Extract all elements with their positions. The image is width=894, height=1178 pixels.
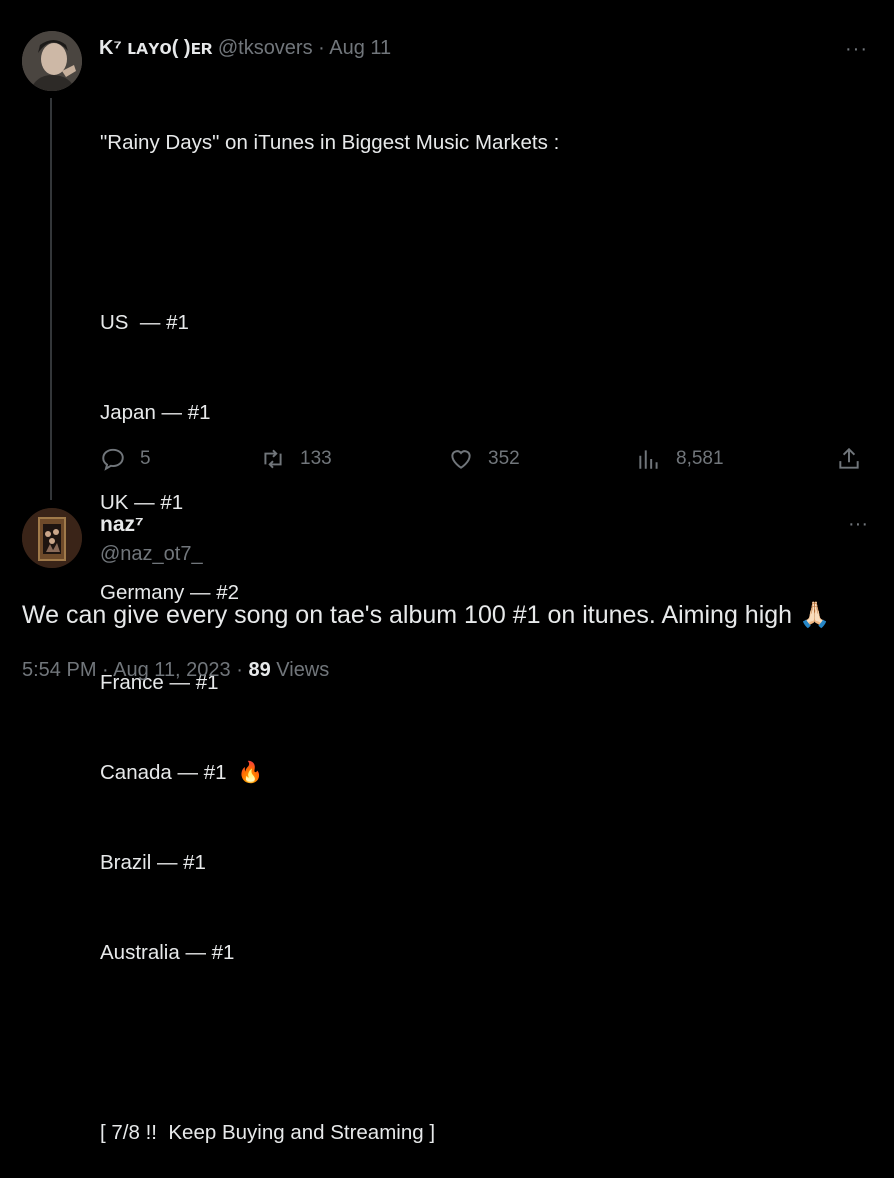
tweet-time[interactable]: 5:54 PM bbox=[22, 659, 96, 681]
tweet1-action-bar: 5 133 352 8,581 bbox=[100, 446, 870, 476]
tweet-line: Brazil — #1 bbox=[100, 851, 206, 874]
reply-icon bbox=[102, 448, 124, 471]
meta-separator: · bbox=[96, 659, 114, 681]
retweet-button[interactable]: 133 bbox=[260, 446, 332, 472]
views-label: Views bbox=[276, 659, 330, 681]
avatar-image bbox=[22, 508, 82, 568]
tweet-line bbox=[100, 218, 559, 248]
share-button[interactable] bbox=[836, 446, 862, 472]
views-count: 89 bbox=[248, 659, 271, 681]
analytics-icon bbox=[639, 450, 658, 469]
author-name[interactable]: K⁷ ʟᴀʏᴏ( )ᴇʀ bbox=[99, 37, 212, 59]
meta-separator: · bbox=[230, 659, 249, 681]
more-options-icon[interactable]: ··· bbox=[848, 513, 868, 536]
tweet-line: Japan — #1 bbox=[100, 401, 211, 424]
tweet-line: "Rainy Days" on iTunes in Biggest Music … bbox=[100, 131, 560, 154]
reply-button[interactable]: 5 bbox=[100, 446, 151, 472]
tweet-date[interactable]: Aug 11 bbox=[329, 37, 391, 59]
author-name[interactable]: naz⁷ bbox=[100, 513, 144, 537]
tweet-line: Australia — #1 bbox=[100, 941, 235, 964]
tweet-line bbox=[100, 1028, 559, 1058]
author-handle[interactable]: @naz_ot7_ bbox=[100, 543, 203, 566]
tweet-date[interactable]: Aug 11, 2023 bbox=[113, 659, 231, 681]
tweet-line: US — #1 bbox=[100, 311, 189, 334]
thread-line bbox=[50, 98, 52, 500]
views-count: 8,581 bbox=[676, 448, 724, 469]
tweet2-meta: 5:54 PM · Aug 11, 2023 · 89 Views bbox=[22, 659, 329, 682]
reply-count: 5 bbox=[140, 448, 151, 469]
heart-icon bbox=[451, 450, 471, 469]
like-count: 352 bbox=[488, 448, 520, 469]
retweet-count: 133 bbox=[300, 448, 332, 469]
tweet-line: UK — #1 bbox=[100, 491, 184, 514]
tweet-line: [ 7/8 !! Keep Buying and Streaming ] bbox=[100, 1121, 436, 1144]
avatar-naz[interactable] bbox=[22, 508, 82, 568]
share-icon bbox=[839, 447, 859, 469]
tweet1-header: K⁷ ʟᴀʏᴏ( )ᴇʀ @tksovers · Aug 11 bbox=[99, 37, 391, 60]
author-handle[interactable]: @tksovers bbox=[218, 37, 313, 59]
like-button[interactable]: 352 bbox=[448, 446, 520, 472]
retweet-icon bbox=[264, 449, 282, 469]
views-button[interactable]: 8,581 bbox=[636, 446, 724, 472]
more-options-icon[interactable]: ··· bbox=[845, 38, 868, 61]
avatar-tksovers[interactable] bbox=[22, 31, 82, 91]
avatar-image bbox=[22, 31, 82, 91]
tweet-line: Canada — #1 🔥 bbox=[100, 761, 264, 784]
header-separator: · bbox=[312, 37, 330, 59]
tweet2-text: We can give every song on tae's album 10… bbox=[22, 601, 831, 629]
